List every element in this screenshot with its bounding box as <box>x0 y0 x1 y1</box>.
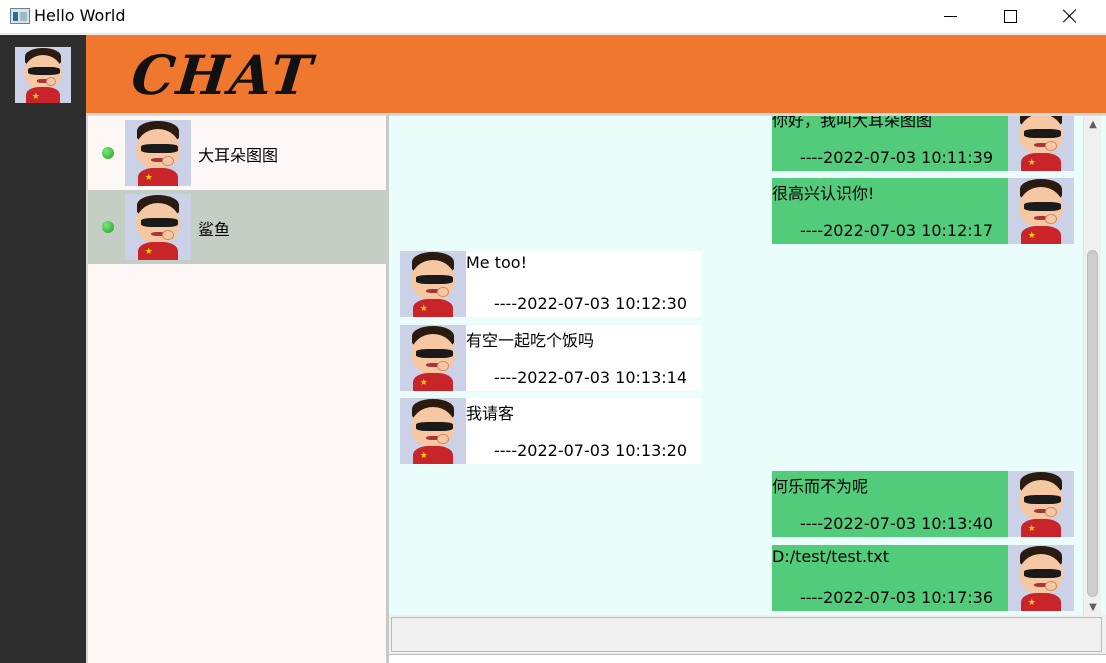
message-text: D:/test/test.txt <box>772 547 890 566</box>
title-bar: Hello World <box>0 0 1106 34</box>
contact-name: 鲨鱼 <box>198 220 231 239</box>
left-rail: ★ <box>0 35 86 663</box>
message-timestamp: ----2022-07-03 10:13:40 <box>800 514 994 533</box>
message-text: 我请客 <box>466 404 515 423</box>
online-status-icon <box>102 221 114 233</box>
maximize-icon <box>1003 9 1017 23</box>
sender-avatar: ★ <box>400 325 466 391</box>
minimize-button[interactable] <box>920 0 980 32</box>
scroll-up-icon[interactable]: ▲ <box>1084 116 1102 132</box>
app-icon <box>10 8 30 24</box>
contact-avatar: ★ <box>125 194 191 260</box>
message-sent: 你好，我叫大耳朵图图 ----2022-07-03 10:11:39 ★ <box>772 113 1074 171</box>
chat-history[interactable]: 你好，我叫大耳朵图图 ----2022-07-03 10:11:39 ★ 很高兴… <box>389 113 1106 615</box>
sender-avatar: ★ <box>400 251 466 317</box>
sender-avatar: ★ <box>400 398 466 464</box>
message-timestamp: ----2022-07-03 10:11:39 <box>800 148 994 167</box>
message-text: 你好，我叫大耳朵图图 <box>772 113 933 130</box>
scroll-thumb[interactable] <box>1087 250 1098 597</box>
sender-avatar: ★ <box>1008 545 1074 611</box>
message-timestamp: ----2022-07-03 10:13:20 <box>494 441 688 460</box>
message-timestamp: ----2022-07-03 10:12:17 <box>800 221 994 240</box>
message-timestamp: ----2022-07-03 10:13:14 <box>494 368 688 387</box>
sender-avatar: ★ <box>1008 116 1074 171</box>
message-sent: 很高兴认识你! ----2022-07-03 10:12:17 ★ <box>772 178 1074 244</box>
chat-logo: CHAT <box>128 43 317 107</box>
sender-avatar: ★ <box>1008 178 1074 244</box>
message-text: 何乐而不为呢 <box>772 477 869 496</box>
sender-avatar: ★ <box>1008 471 1074 537</box>
message-text: 有空一起吃个饭吗 <box>466 331 595 350</box>
message-timestamp: ----2022-07-03 10:17:36 <box>800 588 994 607</box>
app-window: Hello World ★ CHAT ★ 大耳朵图图 ★ 鲨鱼 你好，我叫大耳朵… <box>0 0 1106 663</box>
user-avatar[interactable]: ★ <box>15 47 71 103</box>
message-text: Me too! <box>466 253 527 272</box>
close-button[interactable] <box>1040 0 1100 32</box>
contact-avatar: ★ <box>125 120 191 186</box>
message-received: ★ 我请客 ----2022-07-03 10:13:20 <box>400 398 702 464</box>
message-received: ★ Me too! ----2022-07-03 10:12:30 <box>400 251 702 317</box>
message-text: 很高兴认识你! <box>772 184 875 203</box>
message-received: ★ 有空一起吃个饭吗 ----2022-07-03 10:13:14 <box>400 325 702 391</box>
message-input[interactable] <box>391 617 1102 652</box>
contact-name: 大耳朵图图 <box>198 146 279 165</box>
minimize-icon <box>943 15 957 17</box>
contact-item-selected[interactable]: ★ 鲨鱼 <box>88 190 389 264</box>
message-timestamp: ----2022-07-03 10:12:30 <box>494 294 688 313</box>
chat-scrollbar[interactable]: ▲ ▼ <box>1083 116 1101 615</box>
contact-list: ★ 大耳朵图图 ★ 鲨鱼 <box>86 113 389 663</box>
message-sent: 何乐而不为呢 ----2022-07-03 10:13:40 ★ <box>772 471 1074 537</box>
maximize-button[interactable] <box>980 0 1040 32</box>
close-icon <box>1063 9 1077 23</box>
online-status-icon <box>102 147 114 159</box>
contact-item[interactable]: ★ 大耳朵图图 <box>88 116 389 190</box>
header-banner: CHAT <box>86 35 1106 113</box>
window-title: Hello World <box>34 6 126 25</box>
message-sent: D:/test/test.txt ----2022-07-03 10:17:36… <box>772 545 1074 611</box>
scroll-down-icon[interactable]: ▼ <box>1084 599 1102 615</box>
message-compose-area[interactable] <box>389 654 1106 663</box>
